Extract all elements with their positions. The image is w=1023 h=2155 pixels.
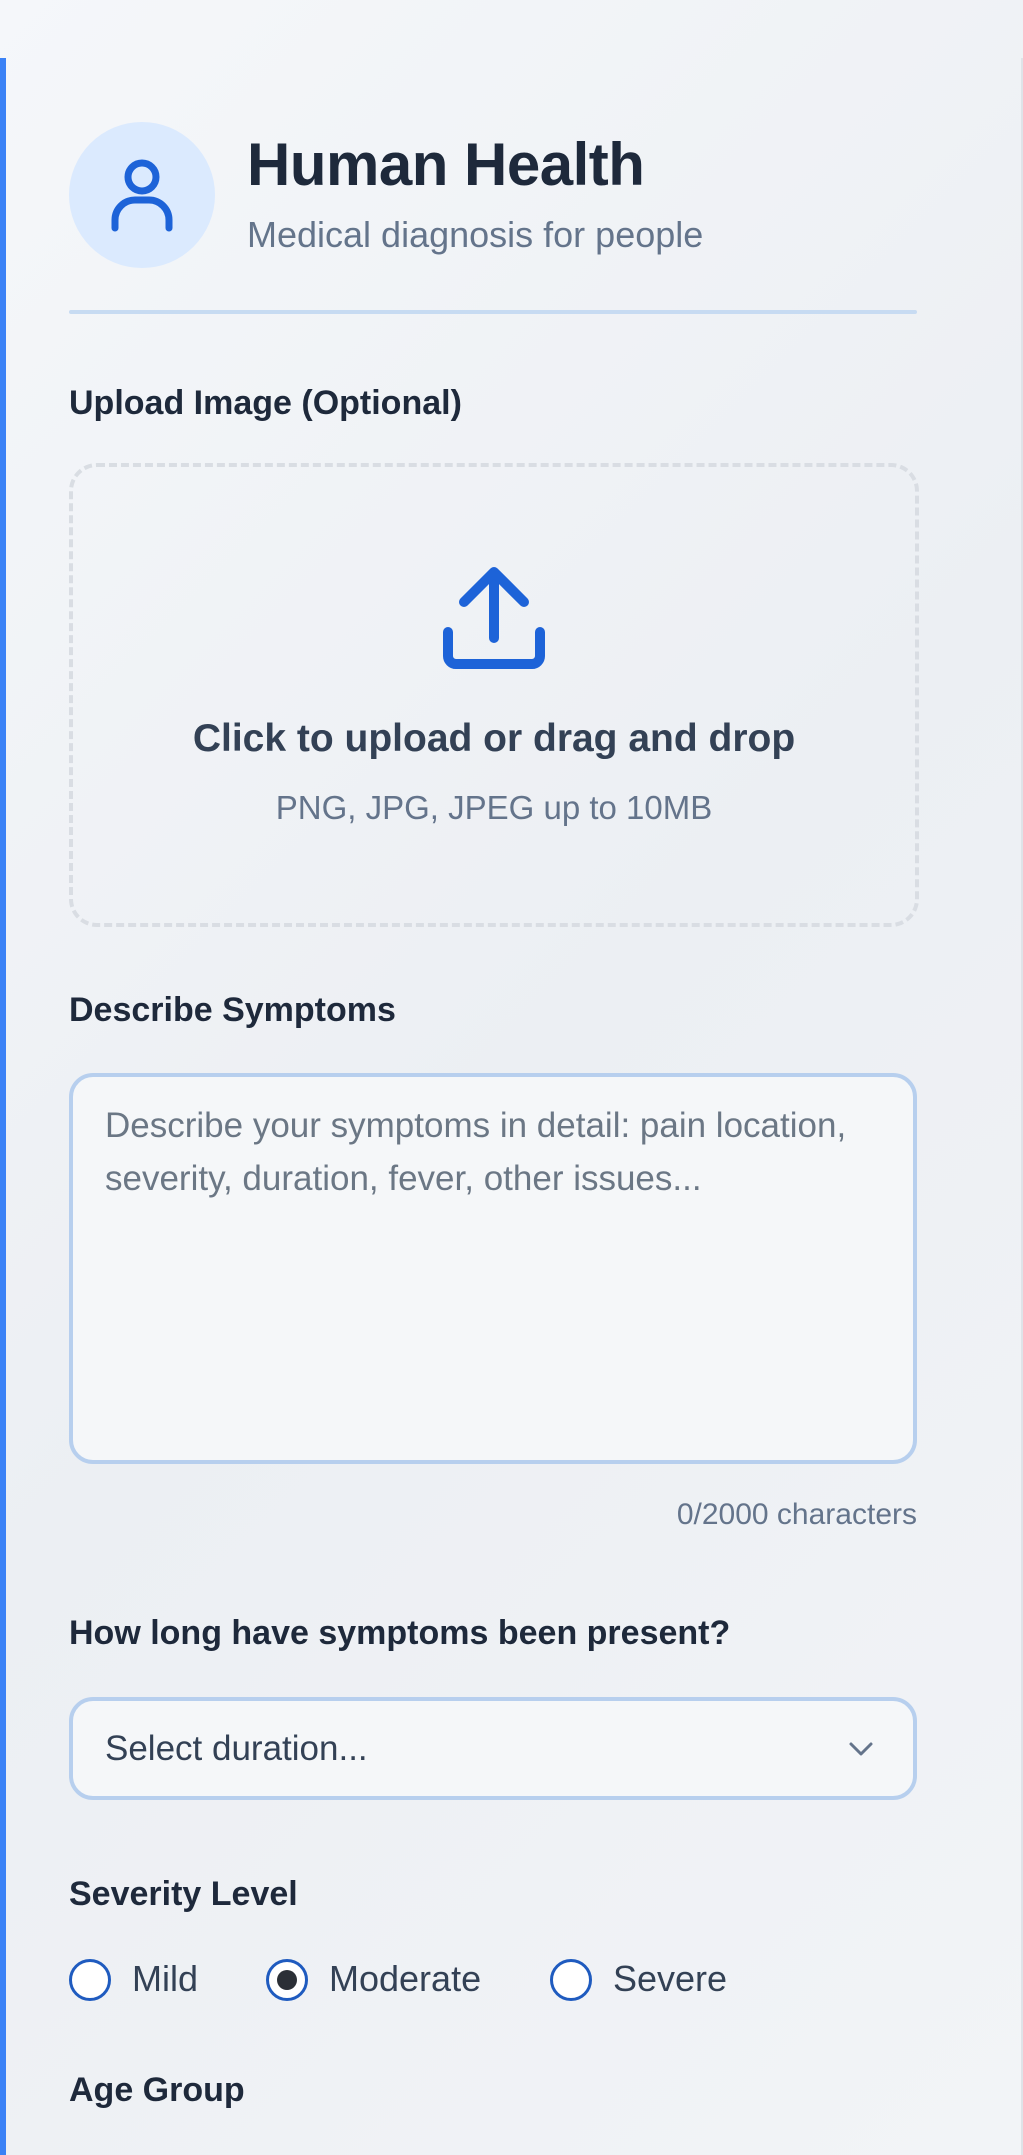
radio-label-mild: Mild: [132, 1958, 199, 1999]
radio-moderate[interactable]: [266, 1959, 308, 2001]
duration-select-value: Select duration...: [105, 1729, 368, 1768]
char-count: 0/2000 characters: [676, 1498, 917, 1531]
severity-radio-group: Mild Moderate Severe: [69, 1955, 917, 2005]
avatar: [69, 122, 215, 268]
page-subtitle: Medical diagnosis for people: [247, 214, 704, 255]
upload-icon: [443, 567, 545, 669]
person-icon: [111, 159, 173, 232]
severity-label: Severity Level: [69, 1875, 298, 1913]
left-accent-bar: [0, 58, 6, 2155]
page-title: Human Health: [247, 131, 645, 198]
radio-label-severe: Severe: [613, 1958, 728, 1999]
upload-dropzone[interactable]: Click to upload or drag and drop PNG, JP…: [69, 463, 919, 927]
duration-select[interactable]: Select duration...: [69, 1697, 917, 1800]
upload-title: Click to upload or drag and drop: [192, 717, 796, 760]
age-group-label: Age Group: [69, 2071, 245, 2109]
header-divider: [69, 310, 917, 314]
radio-severe[interactable]: [550, 1959, 592, 2001]
radio-mild[interactable]: [69, 1959, 111, 2001]
page-header: Human Health Medical diagnosis for peopl…: [69, 122, 917, 270]
radio-label-moderate: Moderate: [329, 1958, 482, 1999]
duration-label: How long have symptoms been present?: [69, 1614, 731, 1652]
symptoms-textarea[interactable]: [69, 1073, 917, 1464]
upload-label: Upload Image (Optional): [69, 384, 462, 422]
symptoms-label: Describe Symptoms: [69, 991, 396, 1029]
chevron-down-icon: [849, 1742, 873, 1756]
upload-hint: PNG, JPG, JPEG up to 10MB: [275, 789, 713, 826]
